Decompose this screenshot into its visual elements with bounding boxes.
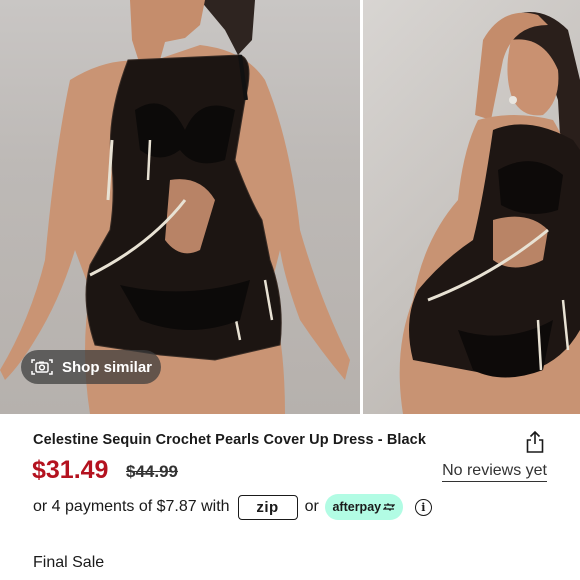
product-image-gallery[interactable]: Shop similar	[0, 0, 580, 414]
installment-text: or 4 payments of $7.87 with	[33, 498, 230, 515]
info-icon[interactable]: i	[414, 498, 432, 516]
final-sale-label: Final Sale	[33, 554, 105, 571]
installment-payments: or 4 payments of $7.87 with zip or after…	[33, 494, 432, 520]
share-icon[interactable]	[524, 430, 546, 454]
product-title: Celestine Sequin Crochet Pearls Cover Up…	[33, 432, 427, 448]
zip-badge[interactable]: zip	[237, 494, 298, 520]
reviews-link[interactable]: No reviews yet	[442, 462, 547, 482]
afterpay-badge[interactable]: afterpay	[324, 494, 403, 520]
product-info: Celestine Sequin Crochet Pearls Cover Up…	[0, 414, 580, 580]
sale-price: $31.49	[32, 456, 109, 484]
original-price: $44.99	[126, 462, 178, 481]
camera-icon	[31, 358, 53, 376]
afterpay-arrows-icon	[383, 503, 396, 511]
shop-similar-label: Shop similar	[62, 358, 153, 376]
afterpay-label: afterpay	[332, 500, 382, 514]
zip-label: zip	[256, 498, 279, 516]
shop-similar-button[interactable]: Shop similar	[21, 350, 161, 384]
product-photo-side[interactable]	[363, 0, 580, 414]
or-label: or	[304, 498, 319, 515]
